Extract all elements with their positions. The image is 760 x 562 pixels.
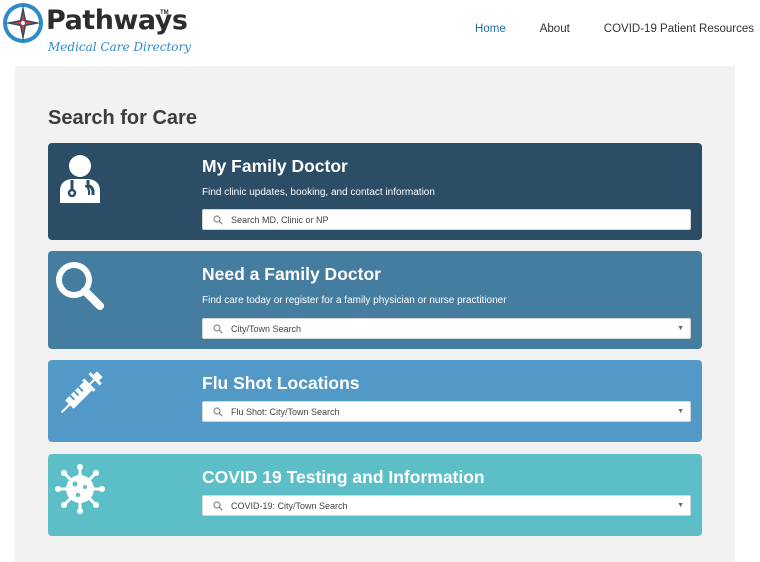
- doctor-icon: [60, 155, 100, 203]
- card-covid-testing: COVID 19 Testing and Information COVID-1…: [48, 454, 702, 536]
- magnifier-icon: [56, 262, 104, 310]
- select-placeholder: COVID-19: City/Town Search: [231, 500, 348, 511]
- trademark-symbol: TM: [160, 10, 169, 16]
- main-nav: Home About COVID-19 Patient Resources: [441, 21, 754, 37]
- card-flu-shot-locations: Flu Shot Locations Flu Shot: City/Town S…: [48, 360, 702, 442]
- search-icon: [213, 406, 223, 417]
- nav-about[interactable]: About: [540, 21, 570, 37]
- nav-covid-resources[interactable]: COVID-19 Patient Resources: [604, 21, 754, 37]
- card-title: My Family Doctor: [202, 156, 348, 176]
- search-panel: Search for Care My Family Doctor Find cl…: [15, 66, 735, 562]
- search-icon: [213, 500, 223, 511]
- card-title: Flu Shot Locations: [202, 373, 360, 393]
- card-need-family-doctor: Need a Family Doctor Find care today or …: [48, 251, 702, 349]
- dropdown-caret-icon[interactable]: ▼: [677, 501, 684, 511]
- search-placeholder: Search MD, Clinic or NP: [231, 214, 329, 225]
- brand-subtitle: Medical Care Directory: [48, 40, 192, 54]
- pathways-logo[interactable]: Pathways TM Medical Care Directory: [2, 2, 192, 58]
- virus-icon: [55, 464, 105, 514]
- card-title: COVID 19 Testing and Information: [202, 467, 485, 487]
- syringe-icon: [60, 371, 103, 414]
- card-my-family-doctor: My Family Doctor Find clinic updates, bo…: [48, 143, 702, 240]
- md-search-input[interactable]: Search MD, Clinic or NP: [202, 209, 691, 230]
- site-header: Pathways TM Medical Care Directory Home …: [0, 0, 760, 62]
- search-icon: [213, 214, 223, 225]
- page-title: Search for Care: [48, 107, 197, 129]
- city-town-select[interactable]: City/Town Search ▼: [202, 318, 691, 339]
- select-placeholder: City/Town Search: [231, 323, 302, 334]
- card-title: Need a Family Doctor: [202, 264, 381, 284]
- card-description: Find clinic updates, booking, and contac…: [202, 187, 435, 198]
- flu-shot-city-select[interactable]: Flu Shot: City/Town Search ▼: [202, 401, 691, 422]
- dropdown-caret-icon[interactable]: ▼: [677, 407, 684, 417]
- card-description: Find care today or register for a family…: [202, 295, 507, 306]
- dropdown-caret-icon[interactable]: ▼: [677, 324, 684, 334]
- covid-city-select[interactable]: COVID-19: City/Town Search ▼: [202, 495, 691, 516]
- select-placeholder: Flu Shot: City/Town Search: [231, 406, 340, 417]
- search-icon: [213, 323, 223, 334]
- nav-home[interactable]: Home: [475, 21, 506, 37]
- compass-star-icon: [3, 3, 43, 43]
